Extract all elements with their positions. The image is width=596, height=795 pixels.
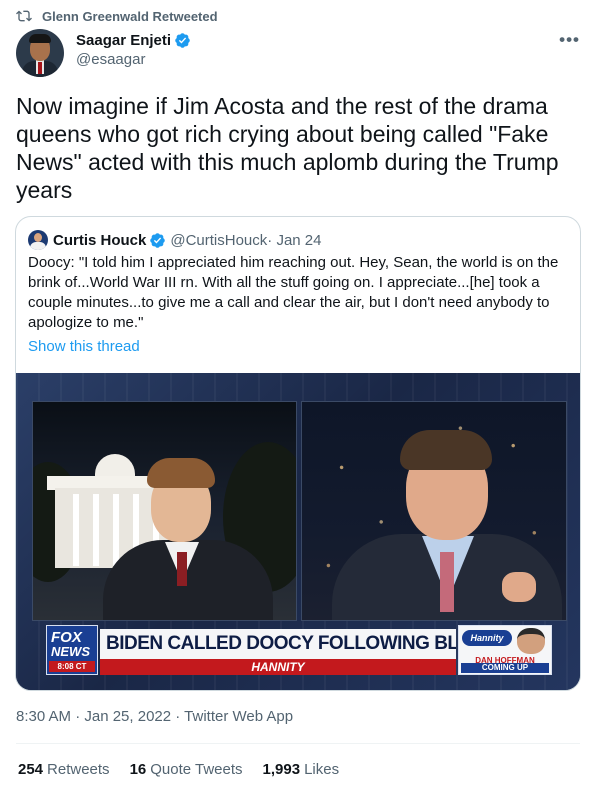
- video-thumbnail[interactable]: FOX NEWS 8:08 CT BIDEN CALLED DOOCY FOLL…: [16, 373, 580, 690]
- show-logo: Hannity: [462, 630, 512, 646]
- author-handle[interactable]: @esaagar: [76, 51, 191, 68]
- quote-tweets-stat[interactable]: 16 Quote Tweets: [130, 761, 243, 778]
- quoted-tweet-header[interactable]: Curtis Houck @CurtisHouck · Jan 24: [28, 230, 321, 250]
- host-video-panel: [301, 401, 567, 621]
- tweet-author[interactable]: Saagar Enjeti @esaagar: [16, 29, 191, 77]
- show-thread-link[interactable]: Show this thread: [28, 338, 140, 355]
- broadcast-time: 8:08 CT: [49, 661, 95, 672]
- headline-chyron: BIDEN CALLED DOOCY FOLLOWING BLOW UP: [100, 629, 456, 659]
- quote-tweets-count: 16: [129, 761, 147, 778]
- likes-stat[interactable]: 1,993 Likes: [263, 761, 340, 778]
- verified-badge-icon: [150, 232, 166, 248]
- retweet-label: Glenn Greenwald Retweeted: [42, 8, 218, 24]
- show-name-bar: HANNITY: [100, 659, 456, 675]
- coming-up-label: COMING UP: [461, 663, 549, 673]
- more-icon[interactable]: •••: [559, 30, 580, 50]
- author-display-name[interactable]: Saagar Enjeti: [76, 32, 171, 49]
- reporter-video-panel: [32, 401, 297, 621]
- quoted-handle: @CurtisHouck: [170, 231, 268, 249]
- tweet-stats: 254 Retweets 16 Quote Tweets 1,993 Likes: [18, 761, 339, 778]
- coming-up-box: Hannity DAN HOFFMAN COMING UP: [458, 625, 552, 675]
- retweets-count: 254: [18, 761, 44, 778]
- retweets-label: Retweets: [47, 761, 110, 778]
- quoted-date: · Jan 24: [267, 231, 322, 249]
- news-lower-third: FOX NEWS 8:08 CT BIDEN CALLED DOOCY FOLL…: [46, 625, 552, 677]
- divider: [16, 743, 580, 744]
- likes-count: 1,993: [262, 761, 301, 778]
- retweets-stat[interactable]: 254 Retweets: [18, 761, 110, 778]
- likes-label: Likes: [304, 761, 340, 778]
- quoted-text: Doocy: "I told him I appreciated him rea…: [28, 254, 559, 331]
- tweet-timestamp[interactable]: 8:30 AM · Jan 25, 2022 · Twitter Web App: [16, 708, 293, 725]
- guest-photo: [517, 628, 545, 654]
- quoted-tweet[interactable]: Curtis Houck @CurtisHouck · Jan 24 Doocy…: [15, 216, 581, 691]
- quoted-display-name: Curtis Houck: [53, 231, 147, 249]
- verified-badge-icon: [175, 33, 190, 48]
- quote-tweets-label: Quote Tweets: [150, 761, 243, 778]
- avatar[interactable]: [16, 29, 64, 77]
- quoted-avatar: [28, 230, 48, 250]
- retweet-context[interactable]: Glenn Greenwald Retweeted: [16, 8, 218, 24]
- retweet-icon: [16, 10, 32, 22]
- network-line2: NEWS: [51, 644, 90, 659]
- network-line1: FOX: [51, 629, 82, 646]
- network-logo: FOX NEWS 8:08 CT: [46, 625, 98, 675]
- tweet-text: Now imagine if Jim Acosta and the rest o…: [16, 93, 559, 203]
